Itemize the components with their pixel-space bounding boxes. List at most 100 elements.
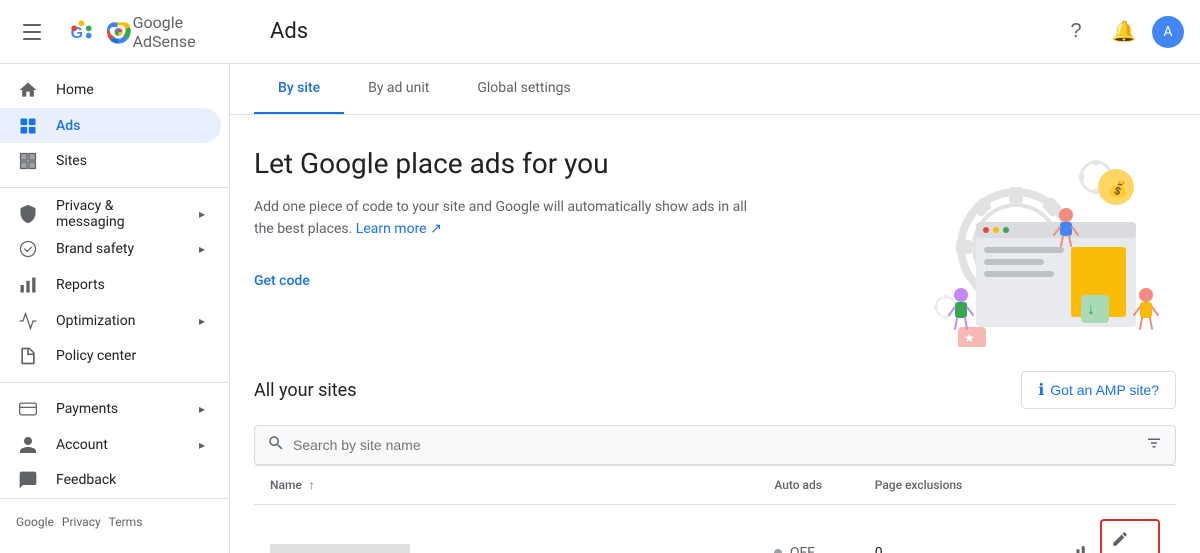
learn-more-link[interactable]: Learn more ↗ — [356, 221, 442, 237]
col-header-auto-ads: Auto ads — [758, 466, 858, 505]
tabs-bar: By site By ad unit Global settings — [230, 64, 1200, 115]
sidebar-item-label-payments: Payments — [56, 401, 183, 417]
help-icon: ? — [1070, 20, 1081, 43]
chart-button[interactable] — [1060, 535, 1096, 553]
sidebar-item-feedback[interactable]: Feedback — [0, 462, 221, 498]
col-header-name: Name ↑ — [254, 466, 758, 505]
logo-text: Google AdSense — [133, 13, 246, 51]
feedback-icon — [16, 468, 40, 492]
auto-ads-cell: OFF — [758, 505, 858, 553]
sites-table: Name ↑ Auto ads Page exclusions — [254, 465, 1176, 553]
status-dot — [774, 549, 782, 553]
filter-icon[interactable] — [1145, 434, 1163, 456]
svg-text:★: ★ — [964, 331, 975, 345]
sidebar-item-ads[interactable]: Ads — [0, 108, 221, 144]
sidebar-item-label-privacy: Privacy & messaging — [56, 198, 183, 230]
sidebar-item-privacy-messaging[interactable]: Privacy & messaging ▸ — [0, 196, 221, 232]
sidebar-item-label-brand-safety: Brand safety — [56, 241, 183, 257]
sites-title: All your sites — [254, 380, 357, 401]
brand-safety-icon — [16, 237, 40, 261]
edit-icon-button[interactable] — [1102, 521, 1138, 553]
table-body: OFF 0 — [254, 505, 1176, 553]
expand-icon-payments: ▸ — [199, 402, 205, 416]
table-header: Name ↑ Auto ads Page exclusions — [254, 466, 1176, 505]
sites-icon — [16, 149, 40, 173]
footer-links: Google Privacy Terms — [0, 507, 229, 537]
expand-icon-optimization: ▸ — [199, 314, 205, 328]
banner: Let Google place ads for you Add one pie… — [230, 115, 1200, 371]
footer-link-terms[interactable]: Terms — [109, 515, 143, 529]
redacted-site-name — [270, 544, 410, 553]
amp-site-button[interactable]: ℹ Got an AMP site? — [1021, 371, 1176, 409]
avatar-initial: A — [1163, 24, 1172, 40]
banner-title: Let Google place ads for you — [254, 147, 754, 180]
sidebar-item-label-optimization: Optimization — [56, 313, 183, 329]
sites-section: All your sites ℹ Got an AMP site? — [230, 371, 1200, 553]
edit-button-wrapper: Edit — [1100, 519, 1160, 553]
adsense-logo: Google AdSense — [104, 13, 246, 51]
avatar[interactable]: A — [1152, 16, 1184, 48]
site-name-cell — [254, 505, 758, 553]
sidebar-item-payments[interactable]: Payments ▸ — [0, 391, 221, 427]
sort-icon: ↑ — [309, 478, 315, 492]
sidebar: Home Ads Sites Privacy & messaging ▸ — [0, 64, 230, 553]
sidebar-item-label-reports: Reports — [56, 277, 205, 293]
sidebar-item-sites[interactable]: Sites — [0, 143, 221, 179]
sidebar-item-label-ads: Ads — [56, 118, 205, 134]
sidebar-footer: Google Privacy Terms — [0, 498, 229, 545]
external-link-icon: ↗ — [430, 221, 442, 237]
amp-button-label: Got an AMP site? — [1050, 382, 1159, 398]
sidebar-item-account[interactable]: Account ▸ — [0, 427, 221, 463]
sidebar-item-home[interactable]: Home — [0, 72, 221, 108]
ads-icon — [16, 114, 40, 138]
page-exclusions-cell: 0 — [859, 505, 1010, 553]
layout: Home Ads Sites Privacy & messaging ▸ — [0, 64, 1200, 553]
policy-icon — [16, 344, 40, 368]
banner-description: Add one piece of code to your site and G… — [254, 196, 754, 241]
tab-by-site[interactable]: By site — [254, 64, 344, 114]
bell-icon: 🔔 — [1112, 19, 1137, 44]
col-name-label: Name — [270, 478, 302, 492]
topbar-left: G — [16, 12, 246, 52]
privacy-icon — [16, 202, 40, 226]
auto-ads-status: OFF — [790, 545, 815, 553]
tab-by-ad-unit[interactable]: By ad unit — [344, 64, 453, 114]
sidebar-item-policy-center[interactable]: Policy center — [0, 339, 221, 375]
expand-icon-privacy: ▸ — [199, 207, 205, 221]
optimization-icon — [16, 309, 40, 333]
sidebar-item-brand-safety[interactable]: Brand safety ▸ — [0, 232, 221, 268]
expand-icon-brand-safety: ▸ — [199, 242, 205, 256]
reports-icon — [16, 273, 40, 297]
footer-link-google[interactable]: Google — [16, 515, 54, 529]
tab-global-settings[interactable]: Global settings — [453, 64, 594, 114]
info-icon: ℹ — [1038, 380, 1044, 400]
expand-icon-account: ▸ — [199, 438, 205, 452]
footer-link-privacy[interactable]: Privacy — [62, 515, 101, 529]
learn-more-text: Learn more — [356, 221, 427, 237]
hamburger-icon — [23, 20, 47, 44]
search-icon — [267, 434, 285, 456]
payments-icon — [16, 397, 40, 421]
sidebar-item-optimization[interactable]: Optimization ▸ — [0, 303, 221, 339]
sidebar-item-label-sites: Sites — [56, 153, 205, 169]
col-header-actions — [1009, 466, 1176, 505]
search-bar — [254, 425, 1176, 465]
table-row: OFF 0 — [254, 505, 1176, 553]
sidebar-item-label-policy: Policy center — [56, 348, 205, 364]
svg-text:↓: ↓ — [1087, 299, 1095, 318]
actions-cell: Edit — [1009, 505, 1176, 553]
main-content: By site By ad unit Global settings Let G… — [230, 64, 1200, 553]
notifications-button[interactable]: 🔔 — [1104, 12, 1144, 52]
row-actions: Edit — [1025, 519, 1160, 553]
banner-content: Let Google place ads for you Add one pie… — [254, 147, 754, 347]
sidebar-item-reports[interactable]: Reports — [0, 267, 221, 303]
topbar-actions: ? 🔔 A — [1056, 12, 1184, 52]
help-button[interactable]: ? — [1056, 12, 1096, 52]
banner-illustration: 💰 ↓ ★ — [796, 147, 1176, 347]
svg-text:💰: 💰 — [1108, 179, 1128, 198]
search-input[interactable] — [293, 437, 1137, 453]
menu-button[interactable] — [16, 12, 55, 52]
sidebar-item-label-home: Home — [56, 82, 205, 98]
get-code-button[interactable]: Get code — [254, 265, 310, 297]
logo: G — [67, 13, 246, 51]
